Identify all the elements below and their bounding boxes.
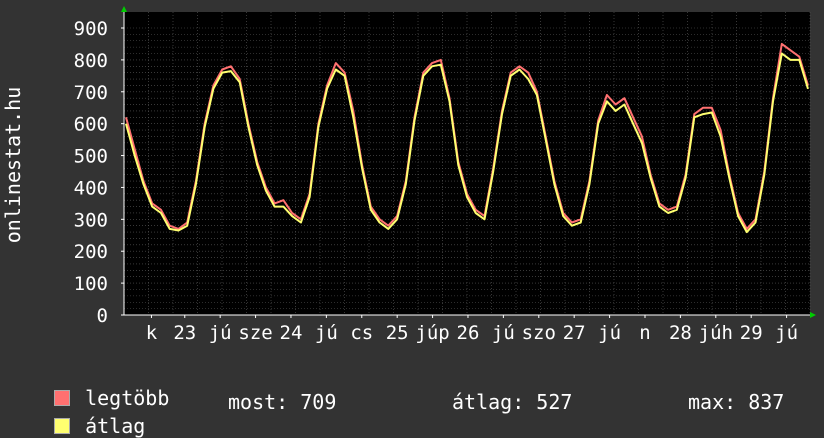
y-axis-ticks: 0 100 200 300 400 500 600 700 800 900 [74, 18, 124, 327]
x-tick-label: 24 [280, 322, 303, 344]
x-tick-label: 26 [457, 322, 480, 344]
x-axis-ticks: k 23 jú sze 24 jú cs 25 júp 26 jú szo 27 jú n 28 júh 29 jú [146, 315, 798, 344]
x-tick-label: 29 [740, 322, 763, 344]
legend-label-avg: átlag [85, 414, 146, 438]
y-tick-label: 400 [74, 177, 108, 199]
y-axis-label: onlinestat.hu [1, 87, 25, 244]
traffic-chart: 0100200300400500600700800900 k 23 jú sze 24 j… [1, 6, 816, 344]
x-tick-label: cs [350, 322, 373, 344]
x-tick-label: szo [522, 322, 556, 344]
x-tick-label: 23 [173, 322, 196, 344]
x-tick-label: jú [775, 322, 798, 344]
x-axis-arrow-icon [810, 312, 816, 318]
x-tick-label: jú [209, 322, 232, 344]
y-tick-label: 300 [74, 209, 108, 231]
legend-item-avg: átlag [30, 390, 145, 438]
y-tick-label: 900 [74, 18, 108, 40]
y-tick-label: 500 [74, 146, 108, 168]
y-tick-label: 800 [74, 50, 108, 72]
stat-now: most: 709 [228, 390, 337, 414]
x-tick-label: sze [238, 322, 272, 344]
x-tick-label: n [639, 322, 650, 344]
y-tick-label: 700 [74, 82, 108, 104]
y-tick-label: 200 [74, 241, 108, 263]
y-tick-label: 600 [74, 114, 108, 136]
y-tick-label: 100 [74, 273, 108, 295]
x-tick-label: k [146, 322, 158, 344]
x-tick-label: 27 [563, 322, 586, 344]
y-axis-arrow-icon [121, 6, 127, 12]
stat-max: max: 837 [688, 390, 785, 414]
x-tick-label: júp [415, 322, 449, 344]
x-tick-label: 25 [386, 322, 409, 344]
x-tick-label: jú [598, 322, 621, 344]
stat-average: átlag: 527 [452, 390, 573, 414]
x-tick-label: jú [315, 322, 338, 344]
y-tick-label: 0 [97, 305, 108, 327]
x-tick-label: jú [492, 322, 515, 344]
x-tick-label: 28 [669, 322, 692, 344]
legend-swatch-avg [54, 418, 71, 434]
x-tick-label: júh [699, 322, 733, 344]
